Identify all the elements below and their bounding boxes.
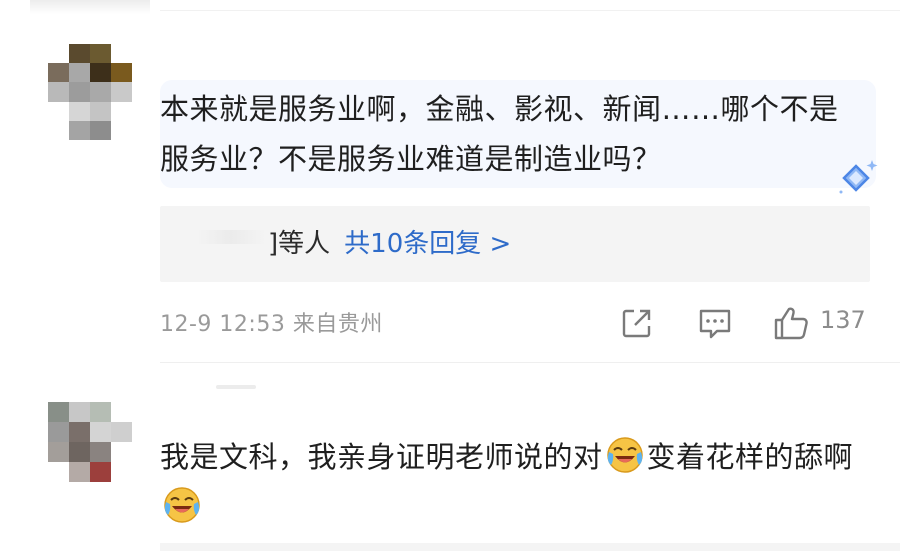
- faint-mark: [216, 385, 256, 389]
- next-reply-preview: [160, 543, 900, 551]
- share-button[interactable]: [618, 304, 656, 342]
- comment-meta-row: 12-9 12:53 来自贵州 137: [160, 300, 870, 344]
- top-fade: [30, 0, 150, 14]
- like-icon: [774, 307, 808, 340]
- avatar[interactable]: [48, 402, 132, 482]
- reply-preview[interactable]: [160, 206, 870, 282]
- like-count: 137: [820, 306, 866, 334]
- laughing-crying-emoji-icon: [606, 437, 643, 473]
- comment-timestamp-location: 12-9 12:53 来自贵州: [160, 312, 383, 337]
- view-replies-link[interactable]: 共10条回复 >: [344, 229, 511, 259]
- top-divider: [160, 10, 900, 11]
- reply-hidden-username: [196, 230, 266, 244]
- comment-button[interactable]: [696, 304, 734, 342]
- comment-text-part1: 我是文科，我亲身证明老师说的对: [160, 440, 603, 474]
- diamond-badge-icon: [839, 160, 878, 194]
- laughing-crying-emoji-icon: [164, 487, 200, 523]
- reply-prefix: ]等人: [268, 229, 331, 259]
- comment-icon: [699, 309, 731, 339]
- comment-text: 本来就是服务业啊，金融、影视、新闻……哪个不是服务业？不是服务业难道是制造业吗？: [160, 92, 839, 176]
- like-button[interactable]: [772, 304, 810, 342]
- comment-text-part2: 变着花样的舔啊: [646, 440, 854, 474]
- avatar[interactable]: [48, 44, 132, 140]
- comment-text: 我是文科，我亲身证明老师说的对 变着花样的舔啊: [160, 432, 860, 532]
- share-icon: [622, 309, 651, 338]
- reply-summary[interactable]: ]等人 共10条回复 >: [268, 222, 511, 266]
- comment-divider: [160, 362, 900, 363]
